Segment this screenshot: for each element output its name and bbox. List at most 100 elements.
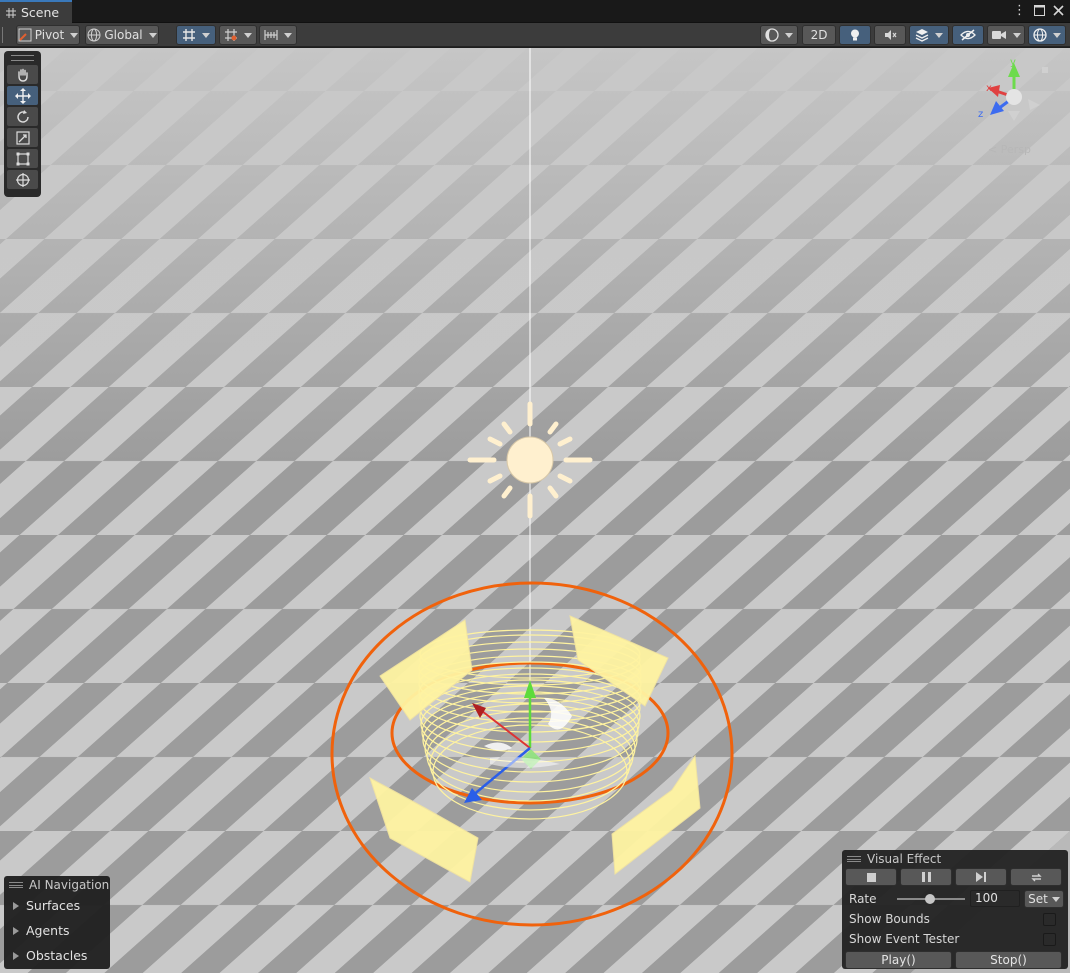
restart-icon xyxy=(1030,873,1042,881)
gizmos-dropdown[interactable] xyxy=(1028,25,1066,45)
maximize-icon[interactable] xyxy=(1034,5,1045,16)
chevron-down-icon xyxy=(935,32,943,38)
transform-tool-button[interactable] xyxy=(7,170,38,189)
show-bounds-row: Show Bounds xyxy=(842,909,1068,929)
drag-handle-icon[interactable] xyxy=(9,881,23,888)
expand-arrow-icon[interactable] xyxy=(13,901,19,910)
chevron-down-icon xyxy=(244,32,252,38)
step-forward-icon xyxy=(975,872,986,882)
tools-overlay xyxy=(4,51,41,197)
tab-label: Scene xyxy=(21,5,60,20)
ai-nav-item-label: Surfaces xyxy=(26,898,81,913)
rate-row: Rate 100 Set xyxy=(842,889,1068,909)
rate-value-field[interactable]: 100 xyxy=(970,890,1020,907)
visual-effect-overlay: Visual Effect Rate 100 Set Show Bounds S… xyxy=(842,850,1068,969)
playback-controls xyxy=(842,868,1068,886)
chevron-down-icon xyxy=(284,32,292,38)
ai-navigation-header[interactable]: AI Navigation xyxy=(4,876,110,893)
expand-arrow-icon[interactable] xyxy=(13,926,19,935)
audio-toggle[interactable] xyxy=(874,25,906,45)
scale-icon xyxy=(15,130,30,145)
restart-button[interactable] xyxy=(1010,868,1062,886)
tools-grip[interactable] xyxy=(11,55,34,61)
grid-snap-icon xyxy=(183,29,195,41)
visual-effect-header[interactable]: Visual Effect xyxy=(842,850,1068,867)
rotate-icon xyxy=(16,109,29,123)
pivot-dropdown[interactable]: Pivot xyxy=(16,25,80,45)
move-tool-button[interactable] xyxy=(7,86,38,105)
more-icon[interactable]: ⋮ xyxy=(1013,3,1026,18)
tab-scene[interactable]: Scene xyxy=(0,0,72,23)
scene-viewport[interactable]: y x z < Persp xyxy=(0,48,1070,973)
gizmo-globe-icon xyxy=(1033,28,1047,42)
set-label: Set xyxy=(1028,892,1048,906)
ai-nav-item-label: Obstacles xyxy=(26,948,88,963)
toolbar-grip xyxy=(2,27,4,43)
effects-dropdown[interactable] xyxy=(909,25,949,45)
stop-event-button[interactable]: Stop() xyxy=(955,951,1062,969)
shading-sphere-icon xyxy=(765,28,779,42)
gizmo-x-label: x xyxy=(986,83,992,94)
camera-dropdown[interactable] xyxy=(987,25,1025,45)
ruler-toggle[interactable] xyxy=(259,25,297,45)
shading-mode-dropdown[interactable] xyxy=(760,25,798,45)
play-event-button[interactable]: Play() xyxy=(845,951,952,969)
step-button[interactable] xyxy=(955,868,1007,886)
increment-snap-toggle[interactable] xyxy=(219,25,257,45)
chevron-down-icon xyxy=(1051,896,1060,902)
show-event-tester-checkbox[interactable] xyxy=(1043,932,1056,946)
chevron-down-icon xyxy=(1053,32,1061,38)
ai-navigation-title: AI Navigation xyxy=(29,877,110,892)
visual-effect-title: Visual Effect xyxy=(867,851,942,866)
close-icon[interactable] xyxy=(1053,5,1064,16)
pause-icon xyxy=(921,872,931,882)
projection-label[interactable]: < Persp xyxy=(988,143,1031,156)
show-bounds-checkbox[interactable] xyxy=(1043,912,1056,926)
grid-snap-toggle[interactable] xyxy=(176,25,216,45)
event-buttons: Play() Stop() xyxy=(842,951,1068,969)
2d-toggle[interactable]: 2D xyxy=(802,25,836,45)
show-event-tester-row: Show Event Tester xyxy=(842,929,1068,949)
gizmo-y-label: y xyxy=(1010,57,1016,68)
layers-icon xyxy=(915,29,929,42)
rate-slider-handle[interactable] xyxy=(924,894,935,904)
global-dropdown[interactable]: Global xyxy=(85,25,159,45)
stop-button[interactable] xyxy=(845,868,897,886)
rect-tool-button[interactable] xyxy=(7,149,38,168)
ai-navigation-overlay: AI Navigation Surfaces Agents Obstacles xyxy=(4,876,110,969)
hidden-eye-icon xyxy=(960,29,976,41)
chevron-down-icon xyxy=(148,32,157,38)
lightbulb-icon xyxy=(851,29,859,41)
2d-label: 2D xyxy=(810,28,828,42)
pause-button[interactable] xyxy=(900,868,952,886)
ruler-icon xyxy=(264,30,278,40)
move-icon xyxy=(14,87,31,104)
rotate-tool-button[interactable] xyxy=(7,107,38,126)
stop-icon xyxy=(866,872,876,882)
audio-mute-icon xyxy=(885,30,897,40)
scene-visibility-toggle[interactable] xyxy=(952,25,984,45)
expand-arrow-icon[interactable] xyxy=(13,951,19,960)
horizon-fade xyxy=(0,48,1070,973)
tab-bar: Scene ⋮ xyxy=(0,0,1070,23)
grid-icon xyxy=(6,7,16,18)
lighting-toggle[interactable] xyxy=(839,25,871,45)
rate-label: Rate xyxy=(849,892,877,906)
global-label: Global xyxy=(104,28,143,42)
globe-icon xyxy=(87,28,101,42)
ai-nav-item-label: Agents xyxy=(26,923,70,938)
show-bounds-label: Show Bounds xyxy=(849,912,930,926)
pivot-label: Pivot xyxy=(34,28,65,42)
chevron-down-icon xyxy=(785,32,793,38)
ai-nav-item-agents[interactable]: Agents xyxy=(4,918,110,943)
scene-render[interactable] xyxy=(0,48,1070,973)
ai-nav-item-surfaces[interactable]: Surfaces xyxy=(4,893,110,918)
scale-tool-button[interactable] xyxy=(7,128,38,147)
rect-icon xyxy=(16,152,29,165)
set-dropdown[interactable]: Set xyxy=(1024,890,1064,908)
drag-handle-icon[interactable] xyxy=(847,855,861,862)
pivot-icon xyxy=(18,28,32,42)
chevron-down-icon xyxy=(70,32,79,38)
hand-tool-button[interactable] xyxy=(7,65,38,84)
ai-nav-item-obstacles[interactable]: Obstacles xyxy=(4,943,110,968)
